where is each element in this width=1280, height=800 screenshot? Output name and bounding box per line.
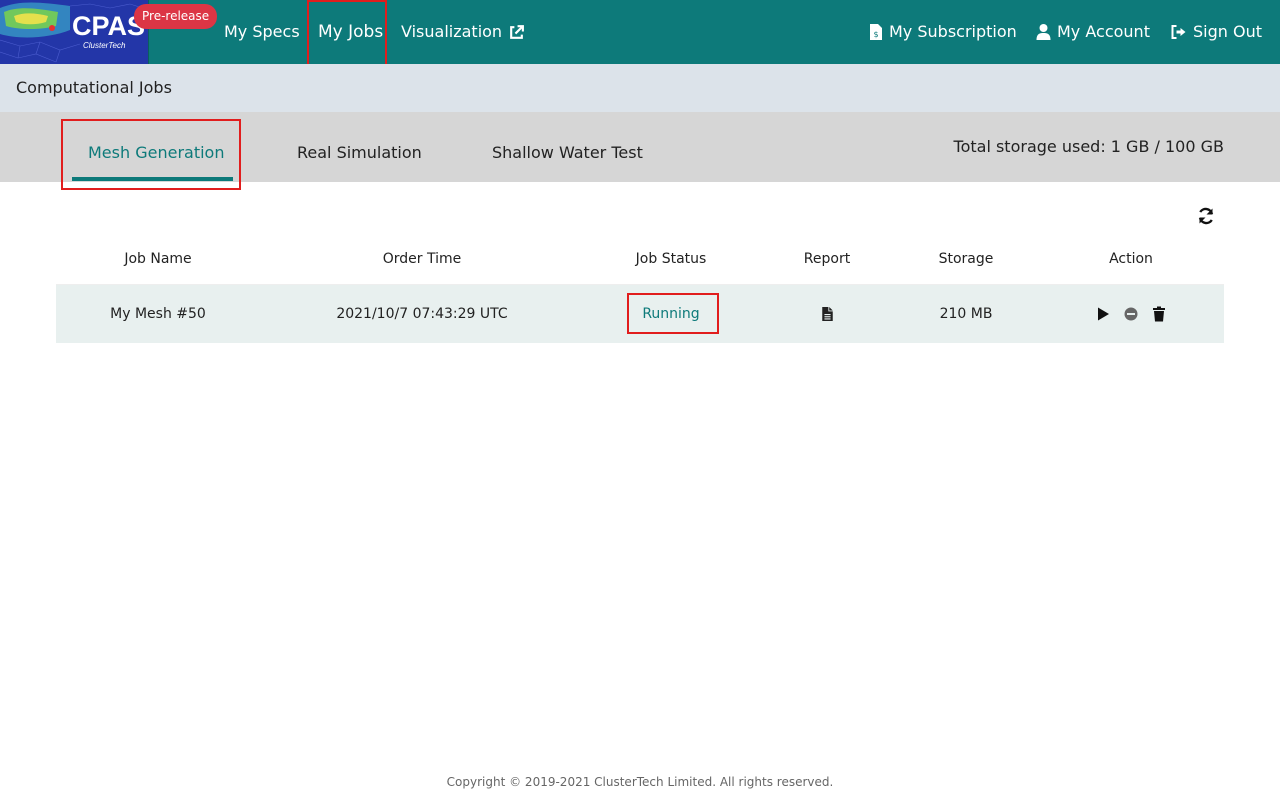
footer-copyright: Copyright © 2019-2021 ClusterTech Limite… (446, 775, 834, 789)
nav-my-specs-label: My Specs (224, 22, 300, 41)
nav-visualization[interactable]: Visualization (401, 0, 525, 64)
job-status: Running (642, 306, 700, 322)
nav-my-jobs[interactable]: My Jobs (318, 0, 383, 64)
header-storage: Storage (938, 250, 994, 267)
nav-visualization-label: Visualization (401, 22, 503, 41)
user-icon (1036, 24, 1051, 40)
header-job-status: Job Status (635, 250, 707, 267)
nav-my-subscription[interactable]: $ My Subscription (869, 0, 1017, 64)
page-title: Computational Jobs (16, 78, 172, 97)
pre-release-badge: Pre-release (134, 4, 218, 29)
active-tab-indicator (72, 177, 233, 181)
svg-text:$: $ (873, 30, 878, 39)
header-order-time: Order Time (382, 250, 462, 267)
external-link-icon (510, 24, 524, 39)
jobs-table: Job Name Order Time Job Status Report St… (56, 233, 1224, 343)
nav-my-account[interactable]: My Account (1036, 0, 1150, 64)
top-navbar: CPAS ClusterTech Pre-release My Specs My… (0, 0, 1280, 64)
table-row: My Mesh #50 2021/10/7 07:43:29 UTC Runni… (56, 285, 1224, 343)
header-job-name: Job Name (124, 250, 192, 267)
storage-total: Total storage used: 1 GB / 100 GB (953, 137, 1224, 156)
tab-shallow-water-test[interactable]: Shallow Water Test (492, 112, 643, 182)
header-report: Report (803, 250, 851, 267)
order-time: 2021/10/7 07:43:29 UTC (336, 306, 508, 322)
refresh-button[interactable] (1196, 206, 1216, 226)
nav-my-specs[interactable]: My Specs (224, 0, 300, 64)
sign-out-icon (1171, 25, 1186, 39)
brand-subtitle: ClusterTech (83, 41, 126, 50)
storage-value: 210 MB (939, 306, 993, 322)
header-action: Action (1109, 250, 1153, 267)
tab-real-simulation[interactable]: Real Simulation (297, 112, 422, 182)
breadcrumb: Computational Jobs (0, 64, 1280, 112)
trash-icon[interactable] (1151, 306, 1167, 322)
action-cell (1036, 285, 1226, 343)
nav-sign-out[interactable]: Sign Out (1170, 0, 1262, 64)
play-icon[interactable] (1095, 306, 1111, 322)
job-name: My Mesh #50 (110, 306, 206, 322)
nav-my-account-label: My Account (1057, 22, 1150, 41)
subscription-icon: $ (870, 24, 882, 40)
brand-logo[interactable]: CPAS ClusterTech (0, 0, 149, 64)
refresh-icon (1198, 207, 1214, 225)
report-cell (758, 285, 896, 343)
stop-icon[interactable] (1123, 306, 1139, 322)
file-icon[interactable] (821, 307, 833, 321)
nav-my-subscription-label: My Subscription (889, 22, 1017, 41)
table-header: Job Name Order Time Job Status Report St… (56, 233, 1224, 285)
nav-my-jobs-label: My Jobs (318, 22, 384, 42)
tab-mesh-generation[interactable]: Mesh Generation (88, 112, 224, 182)
nav-sign-out-label: Sign Out (1193, 22, 1262, 41)
